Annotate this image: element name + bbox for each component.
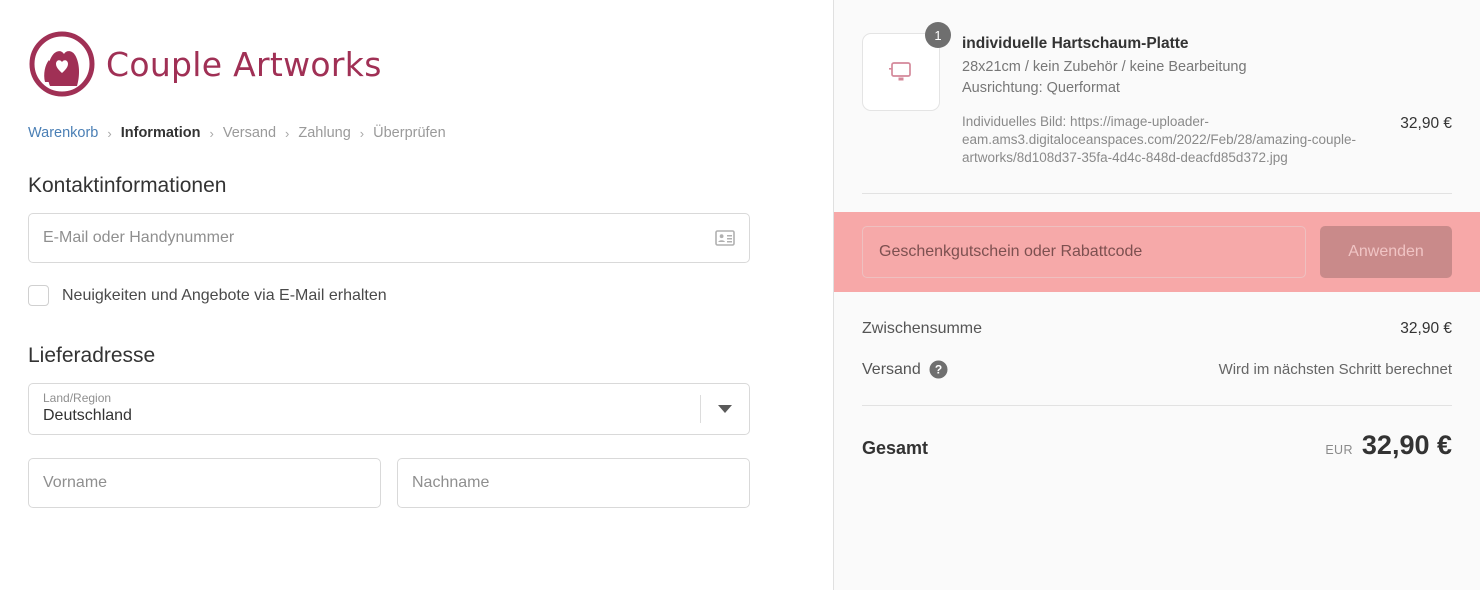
first-name-placeholder: Vorname (43, 474, 108, 491)
country-select-label: Land/Region (43, 391, 112, 405)
product-variant: 28x21cm / kein Zubehör / keine Bearbeitu… (962, 59, 1247, 75)
subtotal-label: Zwischensumme (862, 320, 983, 337)
couple-heart-logo-icon (29, 31, 95, 97)
apply-discount-button[interactable]: Anwenden (1320, 226, 1452, 278)
shipping-value: Wird im nächsten Schritt berechnet (1218, 361, 1452, 378)
product-orientation: Ausrichtung: Querformat (962, 80, 1120, 96)
newsletter-row[interactable]: Neuigkeiten und Angebote via E-Mail erha… (28, 285, 760, 306)
email-field[interactable]: E-Mail oder Handynummer (28, 213, 750, 263)
country-select-value: Deutschland (43, 407, 132, 424)
subtotal-value: 32,90 € (1400, 320, 1452, 337)
breadcrumb-separator: › (285, 125, 290, 141)
shipping-label-wrap: Versand ? (862, 360, 948, 379)
name-row: Vorname Nachname (28, 458, 760, 508)
breadcrumb-item-zahlung[interactable]: Zahlung (298, 125, 350, 141)
last-name-field[interactable]: Nachname (397, 458, 750, 508)
breadcrumb-item-ueberpruefen[interactable]: Überprüfen (373, 125, 446, 141)
breadcrumb-separator: › (209, 125, 214, 141)
breadcrumb-item-versand[interactable]: Versand (223, 125, 276, 141)
first-name-field[interactable]: Vorname (28, 458, 381, 508)
brand-logo[interactable]: Couple Artworks (28, 28, 760, 100)
shipping-address-heading: Lieferadresse (28, 344, 156, 367)
newsletter-checkbox[interactable] (28, 285, 49, 306)
breadcrumb-separator: › (359, 125, 365, 141)
grand-total-label: Gesamt (862, 438, 929, 458)
product-thumbnail-wrap: 1 (862, 22, 951, 167)
order-summary-column: 1 individuelle Hartschaum-Platte 28x21cm… (833, 0, 1480, 590)
email-placeholder: E-Mail oder Handynummer (43, 229, 235, 246)
product-thumbnail (862, 33, 940, 111)
chevron-down-icon[interactable] (718, 405, 732, 413)
discount-code-input[interactable]: Geschenkgutschein oder Rabattcode (862, 226, 1306, 278)
last-name-placeholder: Nachname (412, 474, 490, 491)
quantity-badge: 1 (925, 22, 951, 48)
product-details: individuelle Hartschaum-Platte 28x21cm /… (962, 33, 1400, 167)
country-select[interactable]: Land/Region Deutschland (28, 383, 750, 435)
totals-section: Zwischensumme 32,90 € Versand ? Wird im … (862, 274, 1452, 461)
breadcrumb: Warenkorb › Information › Versand › Zahl… (28, 122, 760, 144)
shipping-row: Versand ? Wird im nächsten Schritt berec… (862, 360, 1452, 379)
monitor-icon (889, 62, 911, 81)
breadcrumb-separator: › (107, 125, 112, 141)
breadcrumb-item-warenkorb[interactable]: Warenkorb (28, 125, 98, 141)
grand-total-value: 32,90 € (1361, 430, 1452, 460)
product-title: individuelle Hartschaum-Platte (962, 35, 1189, 52)
discount-code-row: Geschenkgutschein oder Rabattcode Anwend… (834, 212, 1480, 292)
product-price: 32,90 € (1400, 115, 1452, 132)
product-custom-image: Individuelles Bild: https://image-upload… (962, 114, 1356, 165)
order-line-item: 1 individuelle Hartschaum-Platte 28x21cm… (862, 0, 1452, 167)
shipping-label: Versand (862, 360, 921, 378)
divider (862, 193, 1452, 194)
help-circle-icon[interactable]: ? (929, 360, 948, 379)
checkout-page: Couple Artworks Warenkorb › Information … (0, 0, 1480, 590)
svg-text:?: ? (935, 363, 942, 377)
grand-total-currency: EUR (1325, 443, 1353, 457)
contact-card-icon[interactable] (715, 230, 735, 246)
checkout-form-column: Couple Artworks Warenkorb › Information … (0, 0, 833, 590)
subtotal-row: Zwischensumme 32,90 € (862, 320, 1452, 338)
select-divider (700, 395, 701, 423)
brand-name: Couple Artworks (106, 44, 382, 84)
grand-total-row: Gesamt EUR 32,90 € (862, 406, 1452, 461)
newsletter-label: Neuigkeiten und Angebote via E-Mail erha… (62, 286, 387, 304)
grand-total-amount-wrap: EUR 32,90 € (1325, 430, 1452, 461)
contact-heading: Kontaktinformationen (28, 174, 227, 197)
breadcrumb-item-information[interactable]: Information (121, 125, 201, 141)
discount-code-placeholder: Geschenkgutschein oder Rabattcode (879, 243, 1143, 260)
